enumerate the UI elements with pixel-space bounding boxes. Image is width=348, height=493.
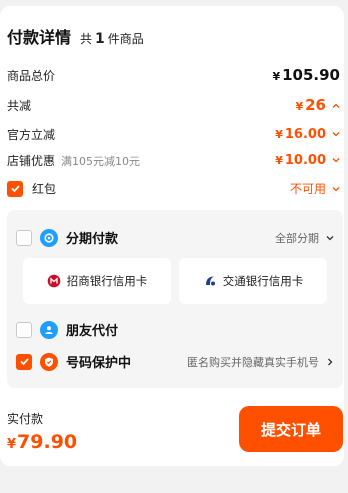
number-protection-detail[interactable]: 匿名购买并隐藏真实手机号	[187, 354, 334, 370]
official-discount-label: 官方立减	[7, 128, 56, 142]
chevron-down-icon	[326, 234, 334, 242]
chevron-right-icon	[326, 358, 334, 366]
total-price-label: 商品总价	[7, 68, 56, 83]
discount-label: 共减	[7, 98, 32, 113]
official-discount-value[interactable]: ¥16.00	[275, 127, 340, 142]
discount-row[interactable]: 共减 ¥26	[7, 96, 340, 114]
number-protection-checkbox[interactable]	[16, 353, 32, 370]
friend-pay-icon	[40, 320, 58, 339]
page-title: 付款详情	[7, 28, 72, 47]
store-discount-row[interactable]: 店铺优惠 满105元减10元 ¥10.00	[7, 152, 340, 169]
number-protection-row[interactable]: 号码保护中 匿名购买并隐藏真实手机号	[16, 352, 334, 371]
bocom-logo-icon	[203, 274, 217, 288]
installment-option-select[interactable]: 全部分期	[275, 230, 334, 246]
official-discount-row[interactable]: 官方立减 ¥16.00	[7, 126, 340, 143]
chevron-up-icon	[332, 102, 340, 110]
installment-checkbox[interactable]	[16, 229, 32, 246]
amount-due-value: ¥79.90	[7, 431, 78, 453]
chevron-down-icon	[332, 185, 340, 193]
submit-order-button[interactable]: 提交订单	[239, 406, 343, 452]
redpacket-checkbox[interactable]	[7, 180, 23, 197]
total-price-row: 商品总价 ¥105.90	[7, 66, 340, 84]
friend-pay-checkbox[interactable]	[16, 321, 32, 338]
redpacket-status[interactable]: 不可用	[290, 180, 340, 197]
bank-card-bocom[interactable]: 交通银行信用卡	[179, 258, 327, 304]
bank-card-bocom-label: 交通银行信用卡	[222, 274, 304, 288]
store-discount-value[interactable]: ¥10.00	[275, 153, 340, 168]
installment-icon	[40, 228, 58, 247]
amount-due: 实付款 ¥79.90	[7, 410, 77, 453]
chevron-down-icon	[332, 130, 340, 138]
friend-pay-row[interactable]: 朋友代付	[16, 320, 334, 339]
installment-row[interactable]: 分期付款 全部分期	[16, 228, 334, 247]
bank-card-cmb-label: 招商银行信用卡	[66, 274, 148, 288]
amount-due-label: 实付款	[7, 412, 44, 426]
chevron-down-icon	[332, 156, 340, 164]
redpacket-label: 红包	[32, 182, 57, 196]
shield-icon	[40, 352, 58, 371]
discount-value[interactable]: ¥26	[295, 96, 340, 114]
friend-pay-label: 朋友代付	[66, 324, 119, 339]
bank-card-cmb[interactable]: 招商银行信用卡	[23, 258, 171, 304]
number-protection-label: 号码保护中	[66, 356, 132, 371]
redpacket-row[interactable]: 红包 不可用	[7, 180, 340, 197]
total-price-value: ¥105.90	[272, 66, 340, 84]
installment-label: 分期付款	[66, 232, 119, 247]
cmb-logo-icon	[47, 274, 61, 288]
payment-details-header: 付款详情 共 1 件商品	[7, 24, 144, 48]
store-discount-note: 满105元减10元	[61, 154, 141, 168]
item-count: 共 1 件商品	[80, 31, 144, 47]
store-discount-label: 店铺优惠	[7, 154, 56, 168]
